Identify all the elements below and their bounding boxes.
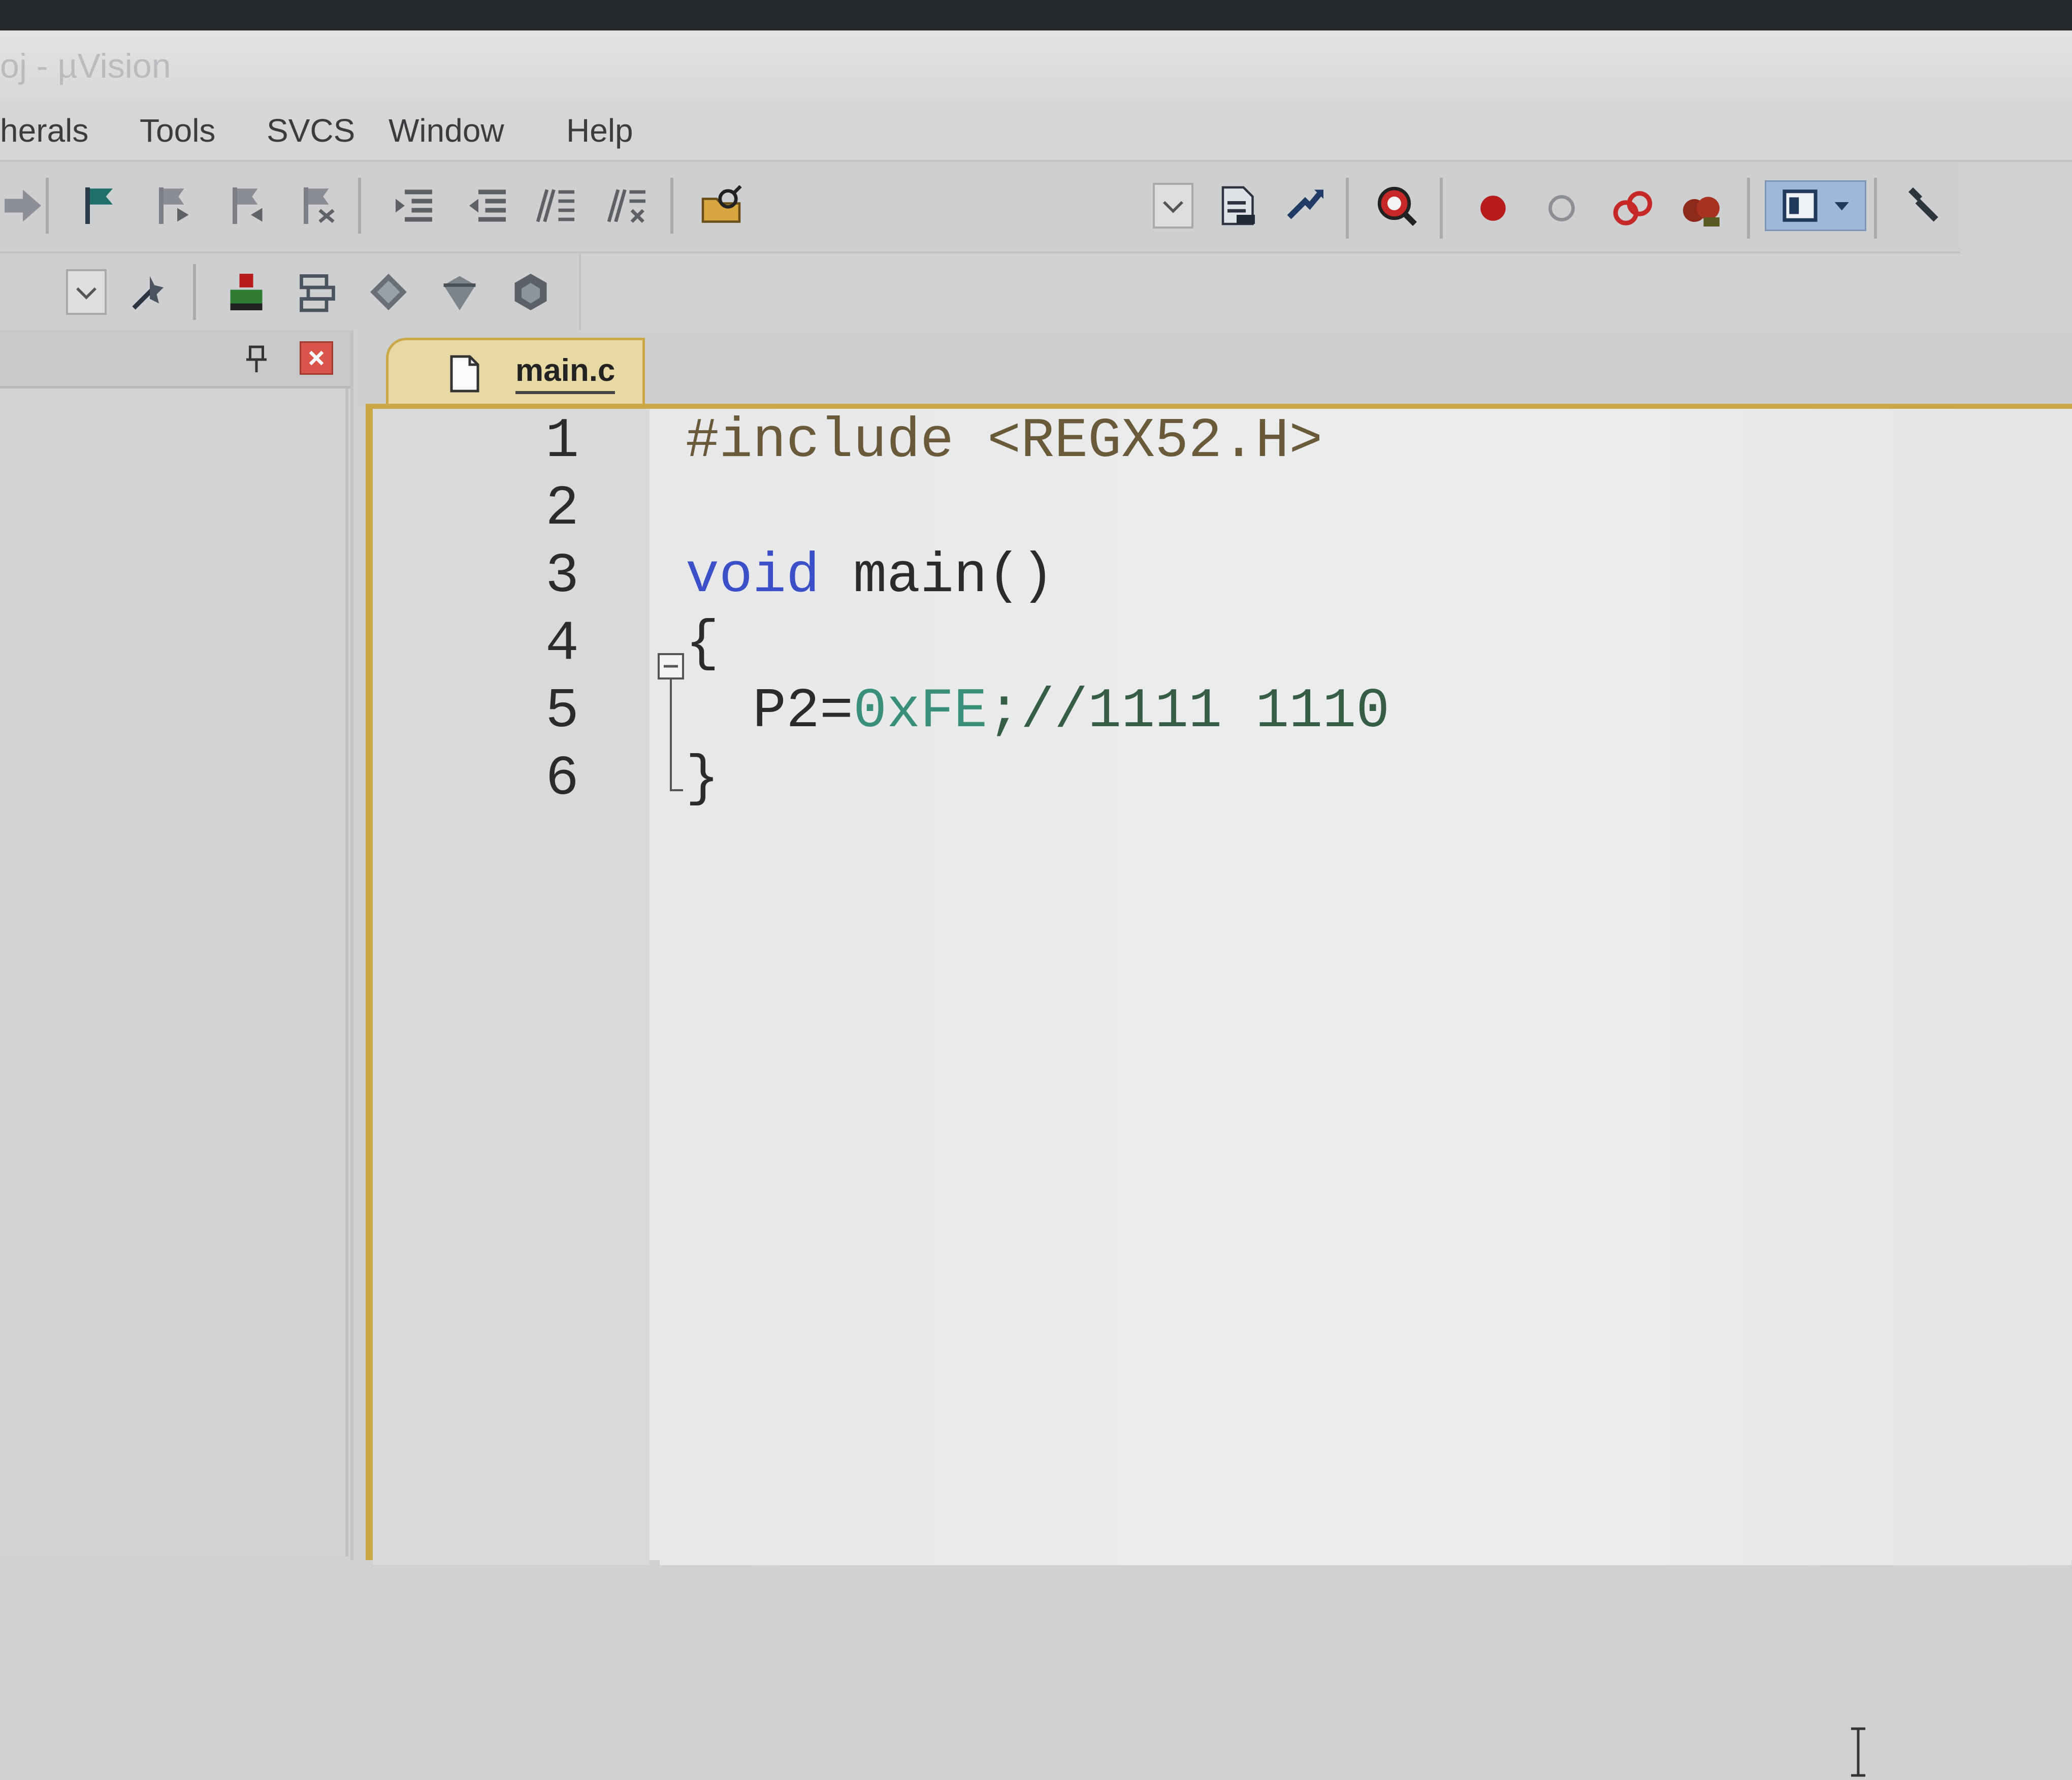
code-token: void — [686, 545, 820, 608]
project-panel-header — [0, 330, 350, 389]
menu-help[interactable]: Help — [566, 102, 633, 160]
combo-dropdown[interactable] — [1153, 183, 1193, 229]
project-tree[interactable] — [0, 389, 348, 1557]
line-number: 4 — [545, 612, 579, 676]
arrow-icon[interactable] — [0, 183, 46, 229]
toolbar-separator — [46, 178, 49, 234]
toolbar-file — [0, 163, 1960, 253]
menu-window[interactable]: Window — [388, 102, 504, 160]
code-line[interactable]: P2=0xFE;//1111 1110 — [686, 679, 1389, 745]
code-token: } — [686, 748, 720, 811]
project-panel — [0, 330, 353, 1560]
select-packs-icon[interactable] — [295, 269, 340, 315]
configure-icon[interactable] — [1899, 183, 1945, 229]
toolbar-separator — [1440, 178, 1443, 239]
vcs-icon[interactable] — [508, 269, 554, 315]
code-line[interactable]: void main() — [686, 544, 1054, 610]
breakpoint-disabled-icon[interactable] — [1539, 185, 1584, 231]
menu-svcs[interactable]: SVCS — [267, 102, 355, 160]
kill-breakpoints-icon[interactable] — [1610, 185, 1656, 231]
prev-bookmark-icon[interactable] — [150, 183, 196, 229]
window-layout-icon[interactable] — [1765, 180, 1866, 231]
unindent-icon[interactable] — [465, 183, 510, 229]
target-select-dropdown[interactable] — [66, 269, 107, 315]
close-icon[interactable] — [300, 341, 333, 375]
window-title: oj - µVision — [0, 47, 171, 85]
code-token: ;//1111 1110 — [987, 680, 1390, 743]
code-token: P2= — [686, 680, 854, 743]
toolbar-separator — [1874, 178, 1877, 239]
line-number: 3 — [545, 545, 579, 608]
toolbar-separator — [193, 264, 196, 320]
toolbar-separator — [1747, 178, 1750, 239]
pin-icon[interactable] — [244, 344, 269, 375]
toolbar-separator — [1346, 178, 1349, 239]
debug-start-icon[interactable] — [1374, 183, 1419, 229]
flag-bookmark-icon[interactable] — [76, 183, 122, 229]
disable-all-breakpoints-icon[interactable] — [1678, 185, 1724, 231]
code-token: #include <REGX52.H> — [686, 410, 1323, 473]
code-token: main() — [820, 545, 1055, 608]
menu-bar: herals Tools SVCS Window Help — [0, 102, 2072, 162]
rte-icon[interactable] — [437, 269, 482, 315]
line-number: 5 — [545, 680, 579, 743]
code-token: 0xFE — [853, 680, 988, 743]
line-number: 6 — [545, 748, 579, 811]
code-editor[interactable]: 1 #include <REGX52.H> 2 3 void main() 4 {5 P2=… — [366, 404, 2072, 1777]
screen-bezel — [0, 0, 2072, 30]
next-bookmark-icon[interactable] — [223, 183, 269, 229]
code-line[interactable]: #include <REGX52.H> — [686, 409, 1322, 475]
toolbar-build — [0, 254, 581, 330]
line-number: 2 — [545, 477, 579, 541]
project-items-icon[interactable] — [223, 269, 269, 315]
cross-ref-icon[interactable] — [1282, 183, 1328, 229]
pack-installer-icon[interactable] — [366, 269, 411, 315]
line-number: 1 — [545, 410, 579, 473]
manage-project-icon[interactable] — [127, 269, 173, 315]
window-title-bar: oj - µVision — [0, 30, 2072, 102]
code-token: { — [686, 612, 720, 676]
uncomment-icon[interactable] — [604, 183, 650, 229]
tab-main-c[interactable]: main.c — [386, 338, 645, 404]
comment-icon[interactable] — [533, 183, 579, 229]
tab-label: main.c — [515, 350, 616, 394]
breakpoint-icon[interactable] — [1470, 185, 1516, 231]
code-line[interactable]: { — [686, 611, 719, 677]
clear-bookmarks-icon[interactable] — [295, 183, 340, 229]
file-icon[interactable] — [1214, 183, 1259, 229]
toolbar-separator — [358, 178, 361, 234]
menu-tools[interactable]: Tools — [140, 102, 215, 160]
document-icon — [449, 354, 480, 393]
toolbar-separator — [670, 178, 673, 234]
text-cursor-icon — [1848, 1727, 1868, 1780]
menu-peripherals[interactable]: herals — [0, 102, 88, 160]
code-line[interactable]: } — [686, 747, 719, 813]
find-in-files-icon[interactable] — [698, 183, 744, 229]
indent-icon[interactable] — [391, 183, 437, 229]
